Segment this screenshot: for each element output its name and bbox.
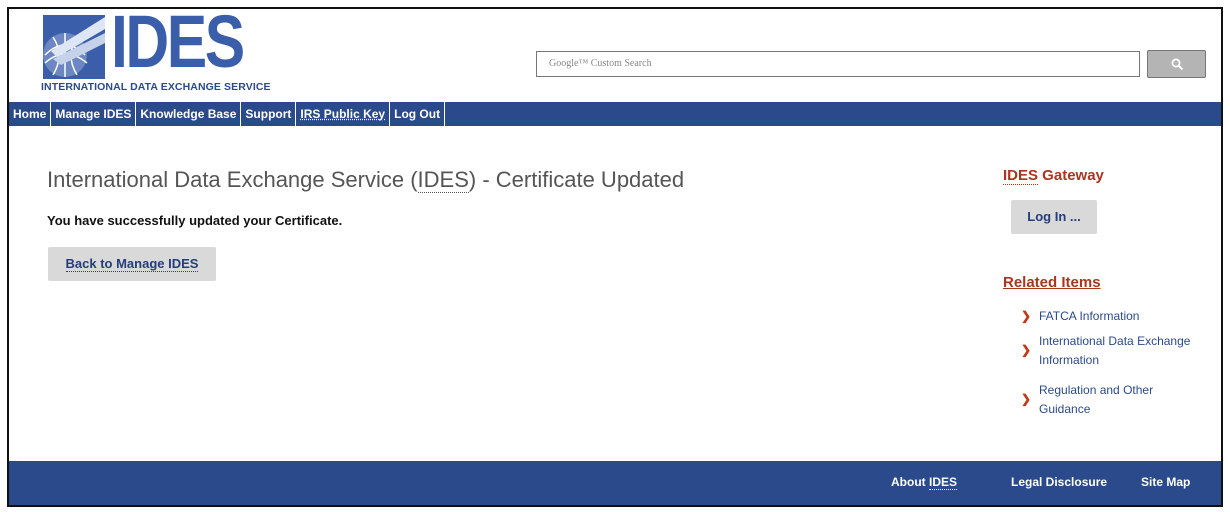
footer-site-map[interactable]: Site Map: [1141, 475, 1190, 489]
search-placeholder: Google™ Custom Search: [549, 58, 652, 69]
footer-about-ides[interactable]: About IDES: [891, 475, 958, 490]
back-to-manage-button[interactable]: Back to Manage IDES: [48, 247, 216, 281]
title-prefix: International Data Exchange Service (: [47, 167, 418, 192]
search-button[interactable]: [1147, 50, 1206, 78]
main-nav: Home Manage IDES Knowledge Base Support …: [9, 102, 1221, 126]
logo-subtitle: INTERNATIONAL DATA EXCHANGE SERVICE: [41, 81, 271, 93]
ides-logo[interactable]: IDES INTERNATIONAL DATA EXCHANGE SERVICE: [27, 9, 271, 93]
site-footer: About IDES Legal Disclosure Site Map: [9, 461, 1221, 505]
success-message: You have successfully updated your Certi…: [47, 213, 343, 228]
page-title: International Data Exchange Service (IDE…: [47, 167, 684, 193]
chevron-right-icon: ❯: [1021, 343, 1032, 357]
nav-manage-ides[interactable]: Manage IDES: [51, 102, 137, 126]
gateway-rest: Gateway: [1038, 167, 1104, 184]
footer-about-abbr: IDES: [929, 475, 958, 490]
nav-knowledge-base[interactable]: Knowledge Base: [136, 102, 242, 126]
site-header: IDES INTERNATIONAL DATA EXCHANGE SERVICE…: [9, 9, 1221, 97]
related-items-heading[interactable]: Related Items: [1003, 274, 1101, 291]
nav-home[interactable]: Home: [9, 102, 52, 126]
gateway-heading: IDES Gateway: [1003, 167, 1104, 185]
chevron-right-icon: ❯: [1021, 392, 1032, 406]
back-button-label: Back to Manage IDES: [65, 256, 199, 272]
login-button[interactable]: Log In ...: [1011, 200, 1097, 234]
nav-support[interactable]: Support: [241, 102, 297, 126]
footer-about-prefix: About: [891, 475, 929, 489]
search-icon: [1171, 58, 1184, 71]
nav-log-out[interactable]: Log Out: [390, 102, 446, 126]
title-abbr: IDES: [417, 167, 469, 193]
related-item-label: FATCA Information: [1039, 309, 1140, 323]
gateway-abbr: IDES: [1003, 167, 1039, 185]
title-suffix: ) - Certificate Updated: [468, 167, 685, 192]
logo-text: IDES: [111, 7, 245, 83]
globe-logo-icon: [43, 15, 105, 79]
related-item-label: International Data Exchange Information: [1039, 334, 1191, 367]
footer-legal-disclosure[interactable]: Legal Disclosure: [1011, 475, 1107, 489]
browser-frame: IDES INTERNATIONAL DATA EXCHANGE SERVICE…: [7, 7, 1223, 507]
nav-irs-public-key[interactable]: IRS Public Key: [296, 102, 391, 126]
search-input[interactable]: Google™ Custom Search: [536, 51, 1140, 77]
related-item-label: Regulation and Other Guidance: [1039, 383, 1154, 416]
chevron-right-icon: ❯: [1021, 309, 1032, 323]
